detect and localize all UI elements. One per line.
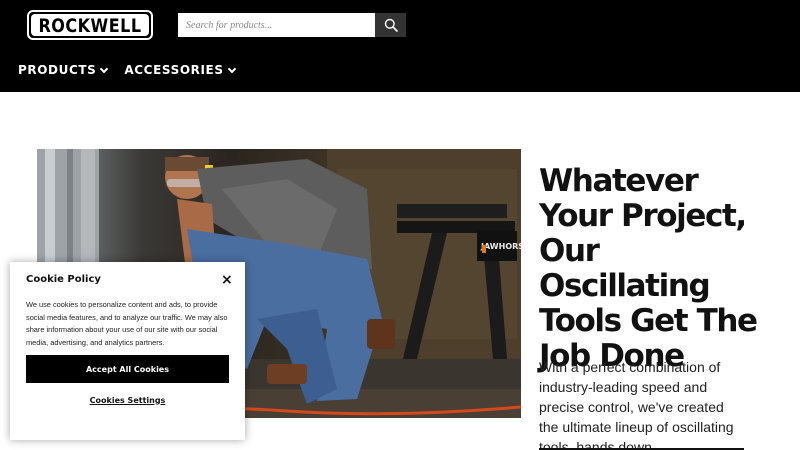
chevron-down-icon	[100, 64, 109, 73]
close-icon[interactable]: ×	[221, 273, 233, 287]
search-input[interactable]	[178, 13, 375, 37]
jawhorse-label: JAWHORSE	[480, 242, 521, 251]
search-icon	[384, 18, 398, 32]
chevron-down-icon	[227, 64, 236, 73]
cookie-title: Cookie Policy	[26, 274, 101, 285]
accept-all-cookies-button[interactable]: Accept All Cookies	[26, 355, 229, 383]
nav-products[interactable]: PRODUCTS	[18, 63, 109, 77]
site-header: ROCKWELL PRODUCTS ACCESSORIES	[0, 0, 800, 92]
logo-badge: ROCKWELL	[31, 14, 149, 36]
rockwell-logo[interactable]: ROCKWELL	[27, 10, 153, 40]
cookie-banner: Cookie Policy × We use cookies to person…	[10, 262, 245, 440]
hero-headline: Whatever Your Project, Our Oscillating T…	[539, 163, 758, 374]
logo-text: ROCKWELL	[38, 14, 142, 36]
search-button[interactable]	[375, 13, 406, 37]
nav-accessories-label: ACCESSORIES	[124, 63, 224, 77]
search-bar	[178, 13, 406, 37]
nav-products-label: PRODUCTS	[18, 63, 97, 77]
nav-accessories[interactable]: ACCESSORIES	[124, 63, 236, 77]
hero-body-text: With a perfect combination of industry-l…	[539, 359, 734, 450]
main-nav: PRODUCTS ACCESSORIES	[18, 63, 236, 77]
cookie-description: We use cookies to personalize content an…	[26, 300, 228, 347]
cookies-settings-button[interactable]: Cookies Settings	[26, 393, 229, 407]
